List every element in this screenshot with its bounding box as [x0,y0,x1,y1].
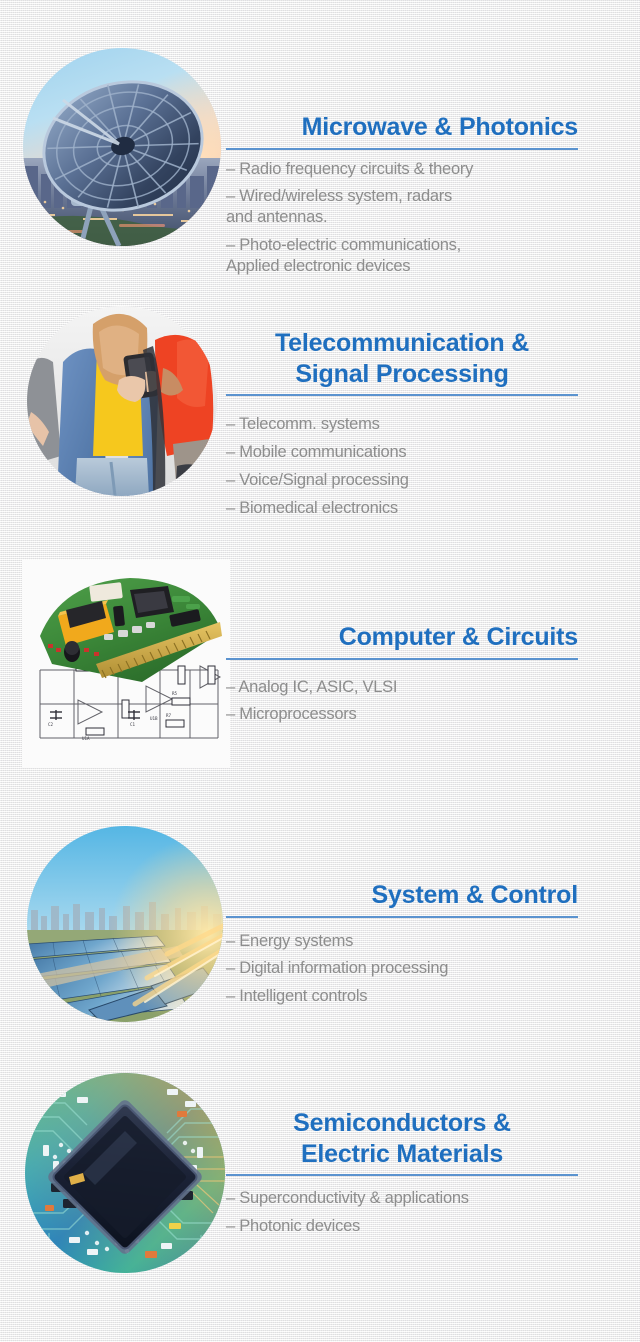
svg-text:U1B: U1B [150,716,158,721]
svg-text:U1A: U1A [82,736,90,741]
list-item: – Radio frequency circuits & theory [226,159,474,178]
title-underline [226,915,578,918]
list-item: – Voice/Signal processing [226,470,409,489]
title-underline [226,147,578,150]
list-item: – Intelligent controls [226,987,368,1006]
bullet-list: – Radio frequency circuits & theory – Wi… [226,159,578,278]
section-title: Microwave & Photonics [301,113,579,141]
list-item: – Energy systems [226,931,354,950]
bullet-list: – Superconductivity & applications – Pho… [226,1188,578,1237]
microchip-on-circuit-board-photo [25,1073,225,1273]
svg-text:R7: R7 [166,713,172,718]
list-item: – Telecomm. systems [226,415,380,433]
title-underline [226,1174,578,1176]
people-using-smartphones-photo [27,306,217,496]
research-areas-page: Microwave & Photonics – Radio frequency … [0,0,640,1342]
list-item: – Biomedical electronics [226,498,398,517]
list-item: – Analog IC, ASIC, VLSI [226,677,398,696]
list-item: – Superconductivity & applications [226,1189,469,1207]
svg-text:C1: C1 [130,722,136,727]
list-item: – Photo-electric communications, Applied… [226,236,462,276]
list-item: – Photonic devices [226,1216,361,1235]
list-item: – Microprocessors [226,705,357,724]
circuit-board-and-schematic-photo: R1R2 R5R7 C1C2 U1AU1B [22,560,230,768]
bullet-list: – Analog IC, ASIC, VLSI – Microprocessor… [226,677,578,726]
satellite-dish-over-city-photo [23,48,221,246]
title-underline [226,657,578,660]
section-title: Telecommunication & Signal Processing [274,329,530,388]
section-title: Semiconductors & Electric Materials [293,1109,511,1168]
list-item: – Digital information processing [226,959,449,978]
section-title: Computer & Circuits [338,623,578,651]
title-underline [226,394,578,396]
solar-panel-farm-photo [27,826,223,1022]
bullet-list: – Energy systems – Digital information p… [226,931,578,1008]
svg-text:R5: R5 [172,691,178,696]
list-item: – Wired/wireless system, radars and ante… [226,187,453,227]
bullet-list: – Telecomm. systems – Mobile communicati… [226,414,578,519]
section-title: System & Control [371,881,578,909]
list-item: – Mobile communications [226,442,407,461]
svg-text:C2: C2 [48,722,54,727]
